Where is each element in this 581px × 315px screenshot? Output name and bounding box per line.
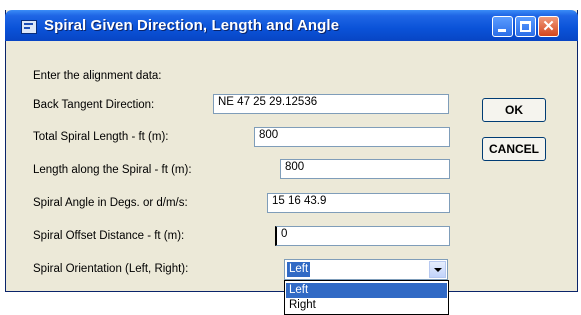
spiral-offset-label: Spiral Offset Distance - ft (m): xyxy=(33,230,185,242)
title-bar[interactable]: Spiral Given Direction, Length and Angle… xyxy=(5,10,578,41)
orientation-dropdown-list: Left Right xyxy=(284,280,449,315)
minimize-icon xyxy=(498,29,506,32)
spiral-angle-label: Spiral Angle in Degs. or d/m/s: xyxy=(33,197,188,209)
length-along-spiral-label: Length along the Spiral - ft (m): xyxy=(33,164,192,176)
orientation-option-left[interactable]: Left xyxy=(286,283,447,298)
maximize-button[interactable] xyxy=(515,16,536,37)
length-along-spiral-input[interactable]: 800 xyxy=(280,159,450,179)
maximize-icon xyxy=(520,21,531,32)
close-icon: ✕ xyxy=(542,18,555,35)
close-button[interactable]: ✕ xyxy=(538,16,559,37)
window-title: Spiral Given Direction, Length and Angle xyxy=(44,17,340,34)
chevron-down-icon[interactable] xyxy=(429,261,446,278)
orientation-select[interactable]: Left xyxy=(284,259,448,280)
orientation-selected-value: Left xyxy=(287,262,311,277)
ok-button[interactable]: OK xyxy=(482,98,546,122)
orientation-option-right[interactable]: Right xyxy=(286,298,447,313)
cancel-button[interactable]: CANCEL xyxy=(482,137,546,161)
total-spiral-length-label: Total Spiral Length - ft (m): xyxy=(33,131,169,143)
back-tangent-input[interactable]: NE 47 25 29.12536 xyxy=(213,94,449,114)
spiral-angle-input[interactable]: 15 16 43.9 xyxy=(267,193,450,213)
total-spiral-length-input[interactable]: 800 xyxy=(254,127,450,147)
intro-label: Enter the alignment data: xyxy=(33,70,162,82)
spiral-orientation-label: Spiral Orientation (Left, Right): xyxy=(33,263,189,275)
spiral-offset-input[interactable]: 0 xyxy=(275,226,450,246)
minimize-button[interactable] xyxy=(492,16,513,37)
dialog-app-icon[interactable] xyxy=(21,20,37,34)
back-tangent-label: Back Tangent Direction: xyxy=(33,99,155,111)
